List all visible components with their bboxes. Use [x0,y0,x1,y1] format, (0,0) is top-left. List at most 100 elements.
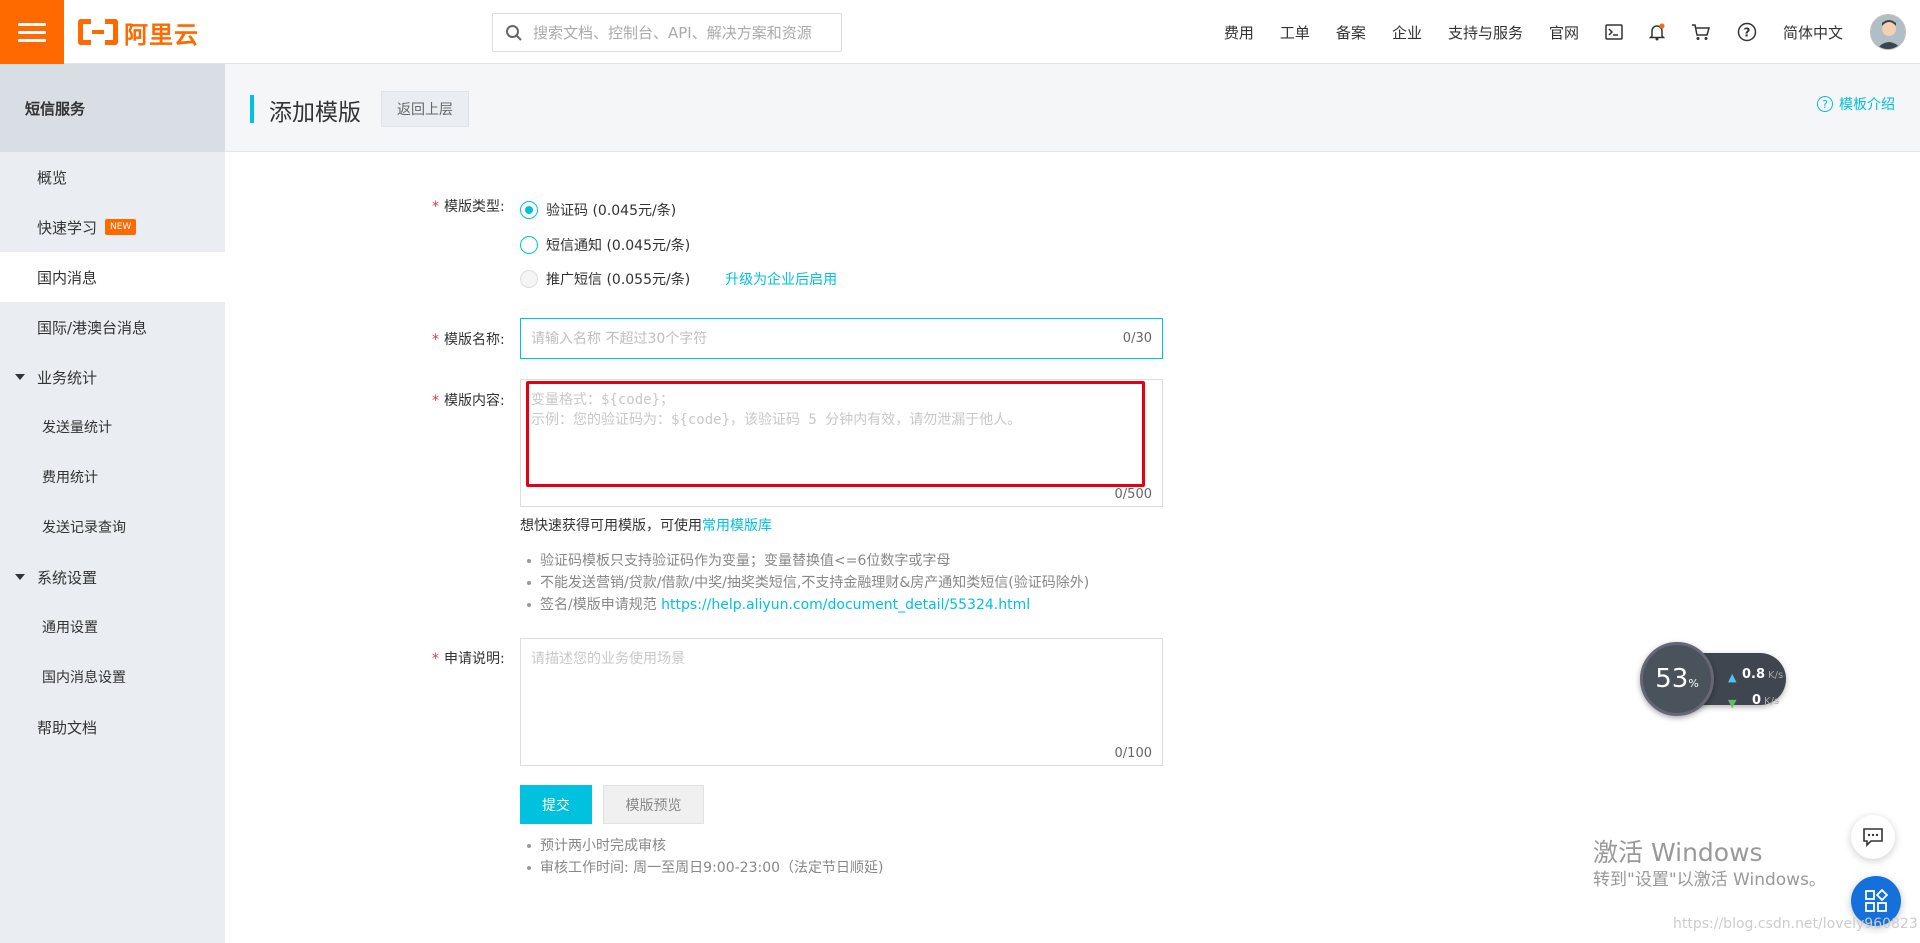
sidebar-item-label: 国内消息设置 [42,670,126,686]
back-button[interactable]: 返回上层 [381,91,469,127]
list-item: 审核工作时间: 周一至周日9:00-23:00（法定节日顺延) [520,857,883,879]
svg-text:?: ? [1744,26,1751,40]
sidebar-item-quick-learn[interactable]: 快速学习 NEW [0,202,225,252]
new-badge: NEW [105,219,137,235]
sidebar-item-label: 费用统计 [42,470,98,486]
nav-icp-filing[interactable]: 备案 [1336,22,1366,43]
download-arrow-icon: ▼ [1728,697,1737,710]
upload-speed: 0.8 K/s [1742,667,1784,682]
sidebar-title: 短信服务 [0,64,225,152]
nav-official-site[interactable]: 官网 [1549,22,1579,43]
radio-button[interactable] [520,236,538,254]
sidebar-item-label: 帮助文档 [37,718,98,737]
radio-label: 短信通知 (0.045元/条) [546,238,691,254]
add-template-form: * 模版类型: 验证码 (0.045元/条) 短信通知 (0.045元/条) 推广… [225,152,1920,943]
caret-down-icon [15,574,25,580]
search-icon [506,24,522,41]
radio-label: 验证码 (0.045元/条) [546,203,677,219]
sidebar-item-help-docs[interactable]: 帮助文档 [0,702,225,752]
sidebar-item-domestic-settings[interactable]: 国内消息设置 [0,652,225,702]
upload-arrow-icon: ▲ [1728,671,1737,684]
template-name-label: * 模版名称: [432,332,505,348]
sidebar-group-label: 业务统计 [37,368,98,387]
sidebar: 短信服务 概览 快速学习 NEW 国内消息 国际/港澳台消息 业务统计 发送量统计… [0,64,225,943]
nav-fees[interactable]: 费用 [1224,22,1254,43]
radio-button-checked[interactable] [520,201,538,219]
sidebar-item-label: 通用设置 [42,620,98,636]
chat-icon [1863,828,1883,847]
watermark-line1: 激活 Windows [1593,838,1763,867]
feedback-chat-button[interactable] [1851,815,1895,859]
sidebar-item-label: 概览 [37,168,68,187]
radio-label: 推广短信 (0.055元/条) [546,272,691,288]
content-rules-list: 验证码模板只支持验证码作为变量；变量替换值<=6位数字或字母 不能发送营销/贷款… [520,550,1089,616]
submit-button[interactable]: 提交 [520,785,592,824]
windows-activation-watermark: 激活 Windows 转到"设置"以激活 Windows。 [1593,838,1826,892]
upgrade-enterprise-link[interactable]: 升级为企业后启用 [725,269,837,289]
sidebar-item-label: 发送量统计 [42,420,112,436]
page-header: 添加模版 返回上层 ? 模板介绍 [225,64,1920,152]
application-desc-textarea[interactable] [521,639,1162,765]
list-item: 签名/模版申请规范 https://help.aliyun.com/docume… [520,594,1089,616]
template-intro-link[interactable]: ? 模板介绍 [1817,94,1895,114]
sidebar-item-label: 国际/港澳台消息 [37,318,148,337]
template-library-link[interactable]: 常用模版库 [702,518,772,534]
menu-line [18,22,46,26]
terminal-icon[interactable] [1605,24,1623,40]
name-char-counter: 0/30 [1122,331,1152,346]
sidebar-item-cost-stats[interactable]: 费用统计 [0,452,225,502]
help-icon[interactable]: ? [1737,22,1757,42]
sidebar-item-general-settings[interactable]: 通用设置 [0,602,225,652]
list-item: 预计两小时完成审核 [520,835,883,857]
sidebar-item-domestic[interactable]: 国内消息 [0,252,225,302]
bell-icon[interactable] [1648,23,1665,41]
sidebar-group-settings[interactable]: 系统设置 [0,552,225,602]
list-item: 不能发送营销/贷款/借款/中奖/抽奖类短信,不支持金融理财&房产通知类短信(验证… [520,572,1089,594]
sidebar-item-label: 发送记录查询 [42,520,126,536]
usage-percent: 53 [1655,664,1689,694]
top-nav-links: 费用 工单 备案 企业 支持与服务 官网 ? 简体中文 [1211,0,1856,64]
rule-text: 签名/模版申请规范 [540,597,662,613]
template-preview-button[interactable]: 模版预览 [603,785,704,824]
title-accent-bar [250,95,254,123]
sidebar-item-overview[interactable]: 概览 [0,152,225,202]
hint-text: 想快速获得可用模版，可使用 [520,518,702,534]
sidebar-group-stats[interactable]: 业务统计 [0,352,225,402]
radio-option-verify[interactable]: 验证码 (0.045元/条) [520,200,676,220]
template-type-label: * 模版类型: [432,199,505,215]
hamburger-menu-button[interactable] [0,0,64,64]
sidebar-item-send-records[interactable]: 发送记录查询 [0,502,225,552]
sidebar-item-label: 快速学习 [37,218,98,237]
sidebar-item-label: 国内消息 [37,268,98,287]
language-switch[interactable]: 简体中文 [1783,22,1843,43]
nav-tickets[interactable]: 工单 [1280,22,1310,43]
apps-grid-icon [1865,889,1888,912]
global-search[interactable] [492,13,842,52]
network-speed-widget[interactable]: ▲ ▼ 0.8 K/s 0 K/s 53% [1640,642,1788,716]
user-avatar[interactable] [1870,14,1906,50]
spec-doc-link[interactable]: https://help.aliyun.com/document_detail/… [661,597,1030,613]
sidebar-item-international[interactable]: 国际/港澳台消息 [0,302,225,352]
download-speed: 0 K/s [1752,693,1780,708]
template-content-field[interactable]: 0/500 [520,379,1163,507]
radio-button-disabled [520,270,538,288]
template-name-field[interactable]: 0/30 [520,318,1163,359]
nav-support[interactable]: 支持与服务 [1448,22,1523,43]
memory-usage-gauge: 53% [1640,642,1714,716]
template-name-input[interactable] [531,330,1123,347]
sidebar-item-send-stats[interactable]: 发送量统计 [0,402,225,452]
template-intro-label: 模板介绍 [1839,97,1895,113]
menu-line [18,38,46,42]
watermark-line2: 转到"设置"以激活 Windows。 [1593,870,1826,890]
page-title: 添加模版 [269,100,361,126]
radio-option-notice[interactable]: 短信通知 (0.045元/条) [520,235,690,255]
template-content-textarea[interactable] [521,380,1162,506]
cart-icon[interactable] [1691,23,1711,41]
aliyun-logo[interactable]: 阿里云 [78,14,199,50]
top-navigation-bar: 阿里云 费用 工单 备案 企业 支持与服务 官网 ? 简体中文 [0,0,1920,64]
nav-enterprise[interactable]: 企业 [1392,22,1422,43]
search-input[interactable] [533,23,833,42]
application-desc-label: * 申请说明: [432,651,505,667]
content-char-counter: 0/500 [1114,487,1152,502]
application-desc-field[interactable]: 0/100 [520,638,1163,766]
